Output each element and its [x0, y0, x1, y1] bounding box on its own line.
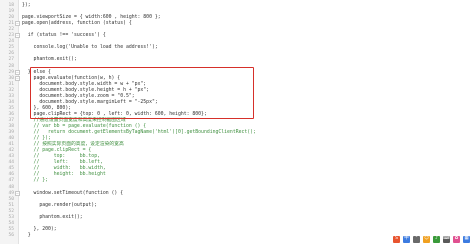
ime-status-bar: S 中 ° ☺ ♪ ⌨ ✿ ▦: [393, 236, 470, 243]
code-line: // };: [22, 178, 48, 184]
line-number: 56: [8, 232, 14, 238]
code-line: window.setTimeout(function () {: [22, 190, 124, 196]
code-line: page.open(address, function (status) {: [22, 21, 132, 27]
code-line: page.render(output);: [22, 202, 98, 208]
chinese-input-icon[interactable]: 中: [403, 236, 410, 243]
code-line: // return document.getElementsByTagName(…: [22, 130, 256, 136]
fold-toggle-icon[interactable]: −: [15, 190, 20, 197]
skin-icon[interactable]: ✿: [453, 236, 460, 243]
fold-toggle-icon[interactable]: −: [15, 69, 20, 76]
code-line: console.log('Unable to load the address!…: [22, 45, 158, 51]
keyboard-icon[interactable]: ⌨: [443, 236, 450, 243]
code-line: if (status !== 'success') {: [22, 33, 106, 39]
code-line: phantom.exit();: [22, 57, 77, 63]
code-line: phantom.exit();: [22, 214, 83, 220]
emoji-icon[interactable]: ☺: [423, 236, 430, 243]
code-editor[interactable]: 18 19 20 21 22 23 24 25 26 27 28 29 30 31 32 33 34 35 36 37…: [0, 0, 474, 244]
microphone-icon[interactable]: ♪: [433, 236, 440, 243]
punctuation-icon[interactable]: °: [413, 236, 420, 243]
code-line: }: [22, 232, 31, 238]
toolbox-icon[interactable]: ▦: [463, 236, 470, 243]
sogou-s-icon[interactable]: S: [393, 236, 400, 243]
annotation-highlight-box: [30, 67, 254, 119]
code-line: });: [22, 3, 31, 8]
fold-toggle-icon[interactable]: −: [15, 33, 20, 39]
fold-toggle-icon[interactable]: −: [15, 75, 20, 82]
fold-toggle-icon[interactable]: −: [15, 21, 20, 27]
